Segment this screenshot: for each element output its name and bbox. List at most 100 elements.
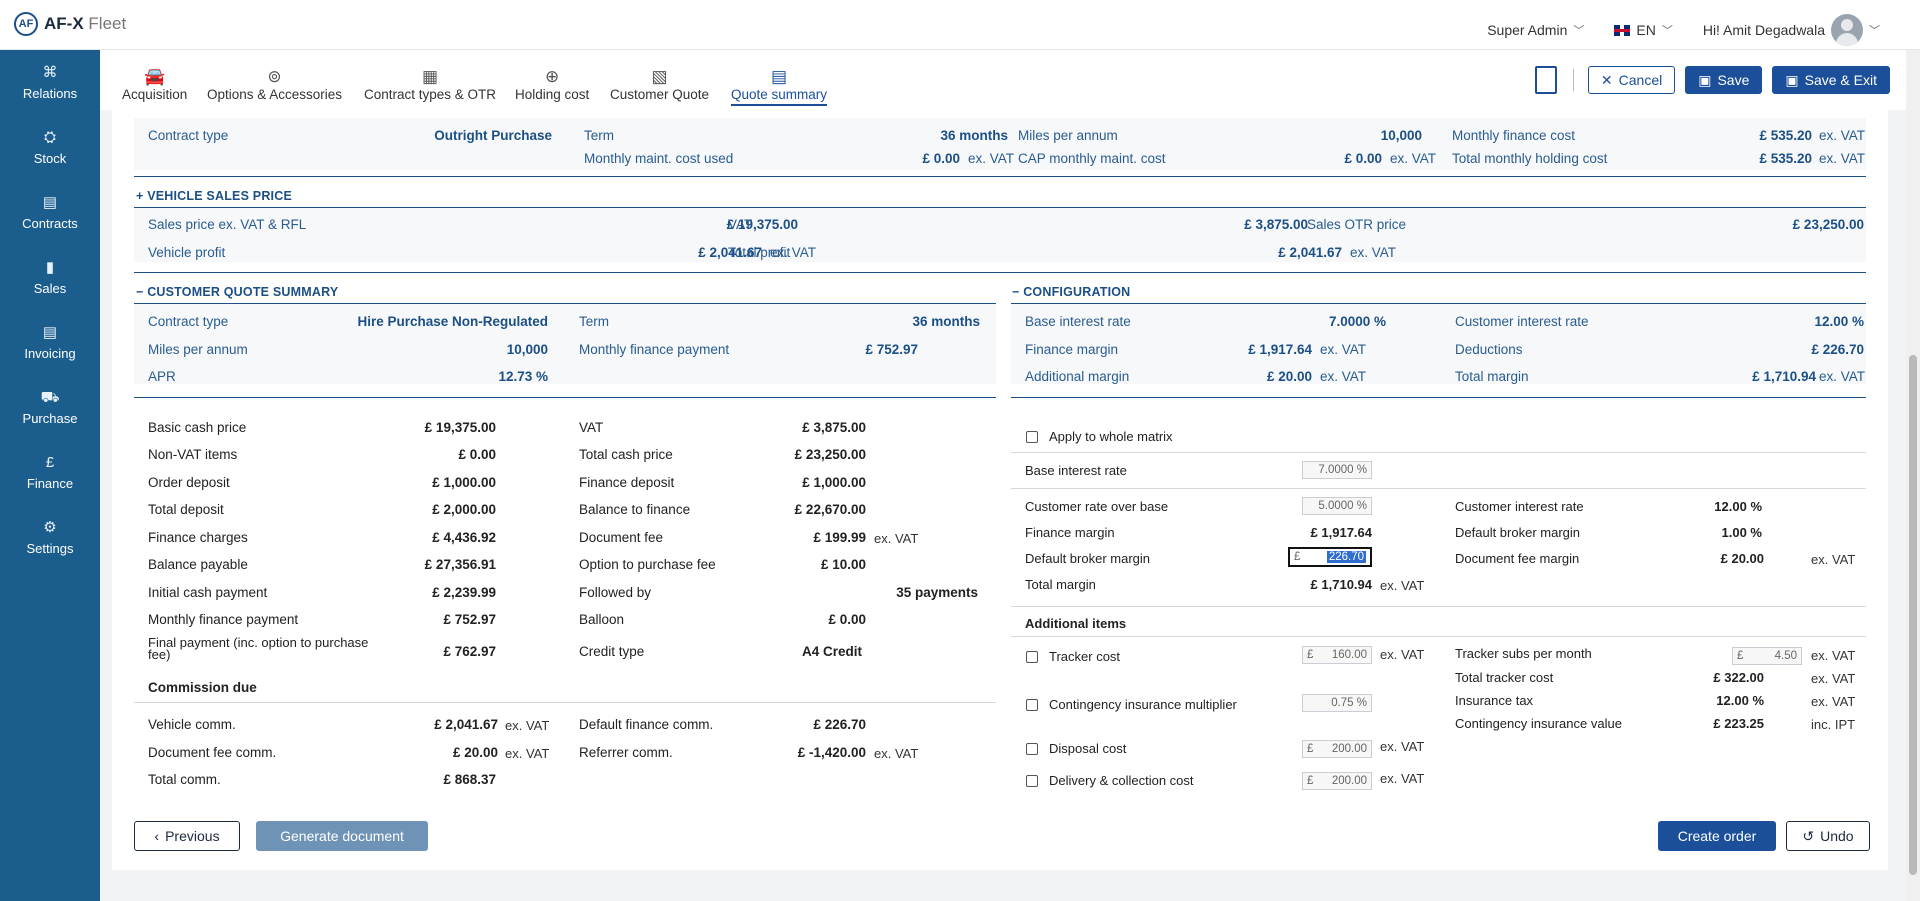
sidebar-item-invoicing[interactable]: ▤ Invoicing	[0, 310, 100, 375]
tab-label: Customer Quote	[610, 87, 710, 102]
unit-label: ex. VAT	[1811, 671, 1856, 686]
tracker-subs-input[interactable]: £4.50	[1732, 647, 1802, 665]
default-broker-margin-input[interactable]: £226.70	[1288, 547, 1372, 567]
form-customer-rate-label: Customer interest rate	[1455, 499, 1584, 514]
chevron-down-icon: ﹀	[1869, 25, 1880, 37]
detail-value: £ 2,239.99	[432, 585, 496, 600]
unit-label: ex. VAT	[1380, 578, 1425, 593]
page-scrollbar[interactable]	[1906, 50, 1920, 901]
uk-flag-icon	[1614, 24, 1631, 36]
sidebar-item-purchase[interactable]: ⛟ Purchase	[0, 375, 100, 440]
default-finance-comm-value: £ 226.70	[813, 717, 866, 732]
cfg-customer-rate-value: 12.00 %	[1814, 314, 1864, 329]
document-fee-comm-value: £ 20.00	[452, 745, 498, 760]
detail-label: Balloon	[579, 612, 625, 627]
invoicing-icon: ▤	[42, 323, 58, 341]
tracker-cost-checkbox[interactable]	[1026, 651, 1038, 663]
sales-price-label: Sales price ex. VAT & RFL	[148, 217, 307, 232]
tab-label: Holding cost	[515, 87, 590, 102]
gear-icon: ⚙	[43, 518, 57, 536]
form-doc-fee-margin-label: Document fee margin	[1455, 551, 1580, 566]
form-default-broker-margin-value: 1.00 %	[1721, 525, 1762, 540]
miles-label: Miles per annum	[1018, 128, 1118, 143]
vat-value: £ 3,875.00	[1244, 217, 1308, 232]
base-interest-rate-input[interactable]: 7.0000 %	[1302, 461, 1372, 479]
form-total-margin-value: £ 1,710.94	[1310, 577, 1372, 592]
contingency-input[interactable]: 0.75 %	[1302, 694, 1372, 712]
sales-icon: ▮	[45, 258, 55, 276]
app-logo[interactable]: AF AF-X Fleet	[14, 12, 126, 36]
unit-label: ex. VAT	[874, 746, 919, 761]
customer-quote-summary-header[interactable]: − CUSTOMER QUOTE SUMMARY	[136, 285, 338, 299]
role-selector[interactable]: Super Admin ﹀	[1487, 22, 1584, 38]
contingency-checkbox[interactable]	[1026, 699, 1038, 711]
undo-button[interactable]: ↺ Undo	[1786, 821, 1870, 851]
detail-label: Option to purchase fee	[579, 557, 716, 572]
divider	[1011, 606, 1866, 607]
total-holding-cost-label: Total monthly holding cost	[1452, 151, 1608, 166]
cfg-total-margin-value: £ 1,710.94	[1752, 369, 1816, 384]
apply-whole-matrix-checkbox[interactable]	[1026, 431, 1038, 443]
tab-holding-cost[interactable]: ⊕ Holding cost	[515, 67, 589, 102]
vehicle-sales-price-header[interactable]: + VEHICLE SALES PRICE	[136, 189, 292, 203]
tab-label: Options & Accessories	[207, 87, 343, 102]
form-customer-rate-value: 12.00 %	[1714, 499, 1762, 514]
sidebar-item-settings[interactable]: ⚙ Settings	[0, 505, 100, 570]
sidebar-item-label: Sales	[33, 280, 67, 296]
save-exit-button[interactable]: ▣ Save & Exit	[1772, 66, 1890, 94]
tab-quote-summary[interactable]: ▤ Quote summary	[731, 67, 827, 106]
total-tracker-label: Total tracker cost	[1455, 670, 1554, 685]
detail-label: Followed by	[579, 585, 652, 600]
create-order-button[interactable]: Create order	[1658, 821, 1776, 851]
sidebar-item-label: Purchase	[22, 410, 78, 426]
disposal-cost-checkbox[interactable]	[1026, 743, 1038, 755]
cart-icon: ⛟	[40, 388, 60, 406]
collapse-icon: −	[1012, 285, 1020, 299]
maint-cost-used-label: Monthly maint. cost used	[584, 151, 734, 166]
cfg-finance-margin-label: Finance margin	[1025, 342, 1119, 357]
sidebar-item-finance[interactable]: £ Finance	[0, 440, 100, 505]
sidebar-item-stock[interactable]: ⛭ Stock	[0, 115, 100, 180]
disposal-cost-input[interactable]: £200.00	[1302, 740, 1372, 758]
save-button[interactable]: ▣ Save	[1685, 66, 1763, 94]
delivery-cost-input[interactable]: £200.00	[1302, 772, 1372, 790]
delivery-cost-checkbox[interactable]	[1026, 775, 1038, 787]
customer-rate-over-base-input[interactable]: 5.0000 %	[1302, 497, 1372, 515]
sidebar-item-sales[interactable]: ▮ Sales	[0, 245, 100, 310]
delivery-cost-label: Delivery & collection cost	[1049, 773, 1194, 788]
commission-due-title: Commission due	[148, 680, 257, 695]
final-payment-label: Final payment (inc. option to purchase fe…	[148, 635, 369, 662]
detail-value: £ 2,000.00	[432, 502, 496, 517]
cfg-additional-margin-value: £ 20.00	[1266, 369, 1312, 384]
tab-label: Contract types & OTR	[364, 87, 497, 102]
tab-acquisition[interactable]: 🚘 Acquisition	[122, 67, 187, 102]
cfg-total-margin-label: Total margin	[1455, 369, 1529, 384]
unit-label: ex. VAT	[1390, 151, 1437, 166]
configuration-header[interactable]: − CONFIGURATION	[1012, 285, 1130, 299]
chevron-down-icon: ﹀	[1661, 25, 1673, 37]
cancel-button[interactable]: ✕ Cancel	[1587, 66, 1676, 94]
user-menu[interactable]: Hi! Amit Degadwala ﹀	[1703, 14, 1880, 46]
insurance-tax-value: 12.00 %	[1716, 693, 1764, 708]
detail-label: Initial cash payment	[148, 585, 268, 600]
document-outline-icon[interactable]	[1534, 66, 1557, 94]
tab-options-accessories[interactable]: ⊚ Options & Accessories	[207, 67, 342, 102]
cq-term-value: 36 months	[912, 314, 980, 329]
tab-contract-types-otr[interactable]: ▦ Contract types & OTR	[364, 67, 496, 102]
previous-button[interactable]: ‹ Previous	[134, 821, 240, 851]
sidebar-item-relations[interactable]: ⌘ Relations	[0, 50, 100, 115]
sidebar-item-contracts[interactable]: ▤ Contracts	[0, 180, 100, 245]
scrollbar-thumb[interactable]	[1909, 355, 1917, 875]
tracker-cost-input[interactable]: £160.00	[1302, 646, 1372, 664]
role-label: Super Admin	[1487, 22, 1568, 38]
detail-value: £ 1,000.00	[432, 475, 496, 490]
tab-customer-quote[interactable]: ▧ Customer Quote	[610, 67, 709, 102]
cq-monthly-payment-value: £ 752.97	[865, 342, 918, 357]
unit-label: ex. VAT	[1819, 369, 1866, 384]
unit-label: ex. VAT	[1380, 771, 1425, 786]
sidebar-item-label: Contracts	[22, 215, 78, 231]
unit-label: ex. VAT	[1811, 552, 1856, 567]
language-selector[interactable]: EN ﹀	[1614, 22, 1673, 38]
generate-document-button[interactable]: Generate document	[256, 821, 428, 851]
language-label: EN	[1636, 22, 1656, 38]
